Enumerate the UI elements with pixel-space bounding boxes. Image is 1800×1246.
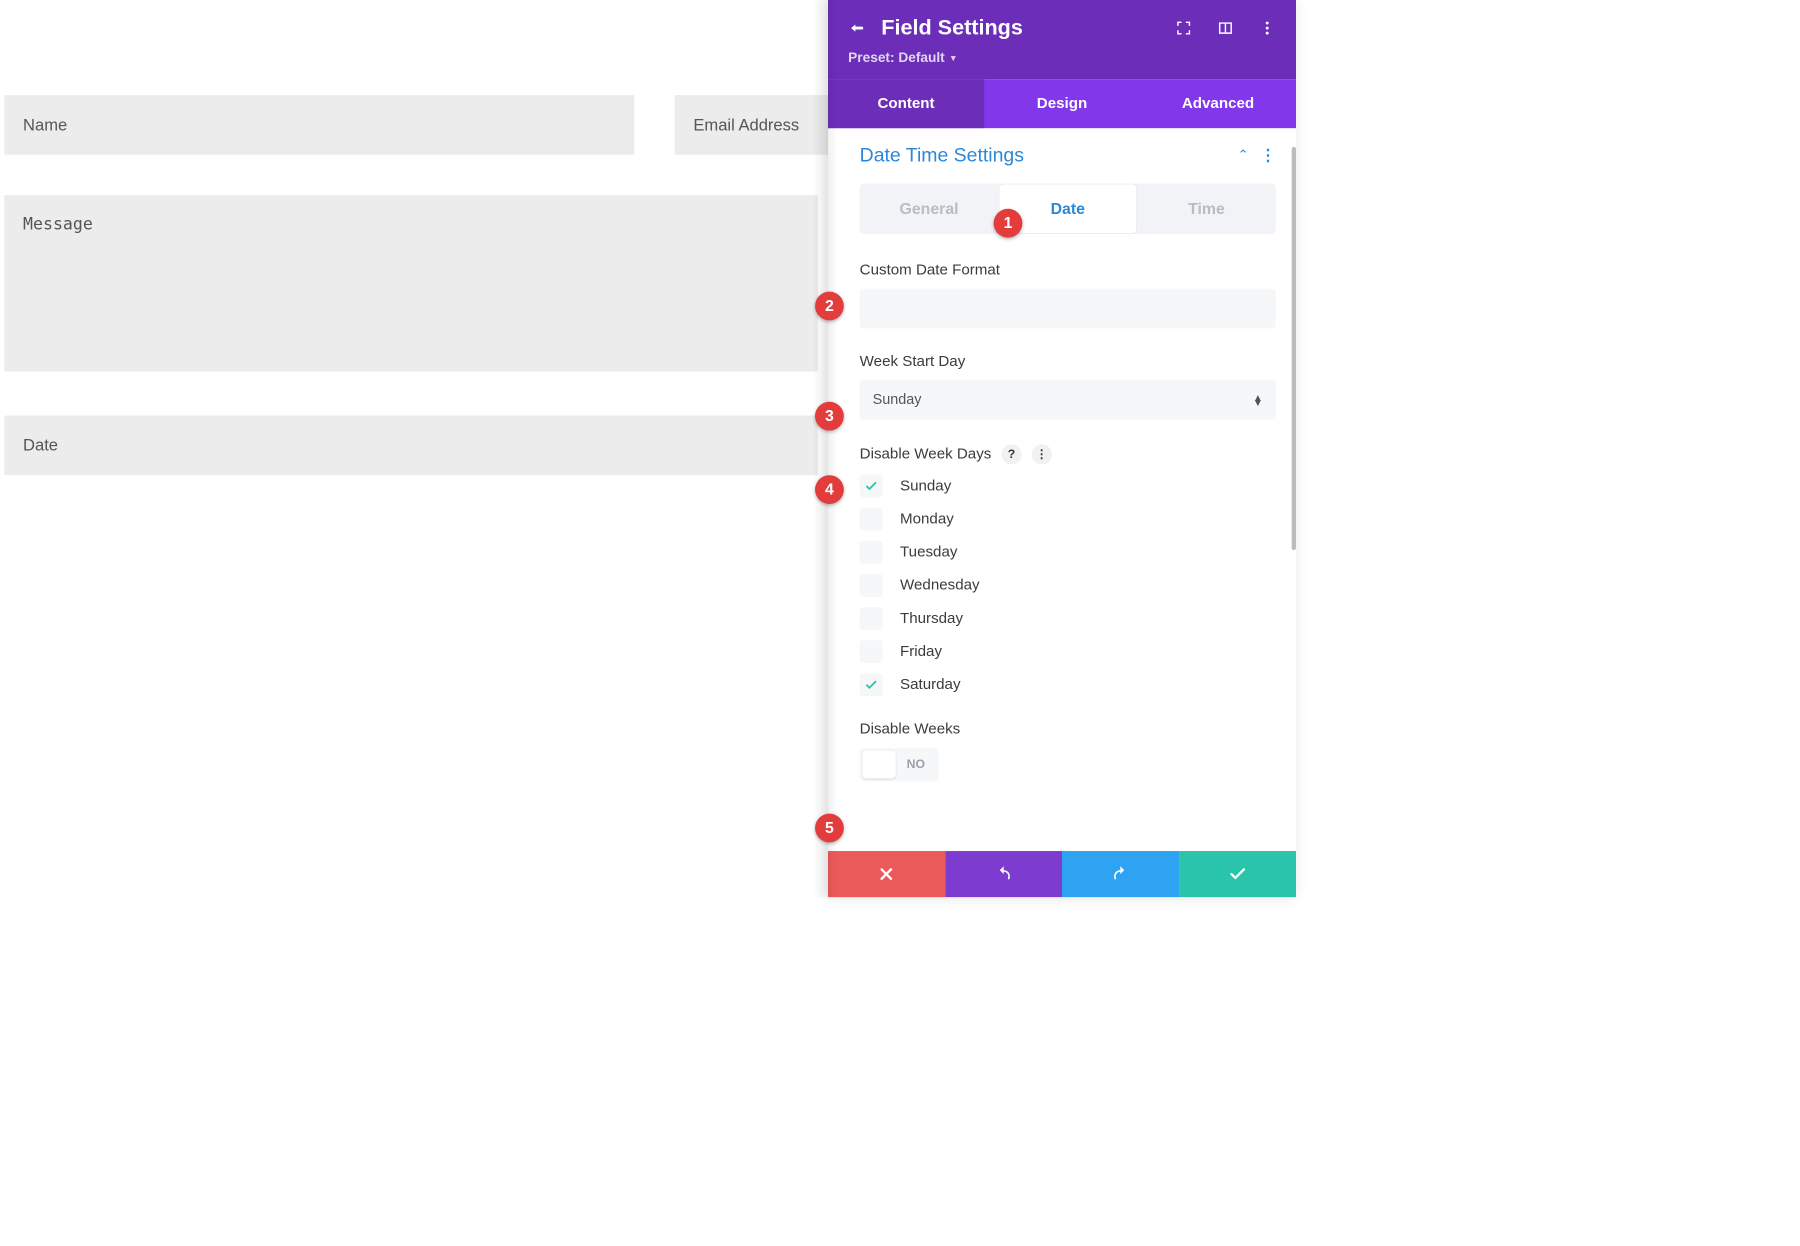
expand-icon[interactable] [1175,19,1192,36]
weekday-label: Friday [900,643,942,660]
preset-label: Preset: Default [848,50,945,66]
setting-custom-date-format: Custom Date Format [860,261,1276,328]
section-title[interactable]: Date Time Settings [860,144,1024,166]
back-arrow-icon[interactable] [848,19,865,36]
help-icon[interactable]: ? [1001,444,1021,464]
tab-content[interactable]: Content [828,79,984,128]
panel-title: Field Settings [881,16,1023,40]
panel-footer [828,851,1296,897]
checkbox-icon [860,508,883,531]
columns-icon[interactable] [1217,19,1234,36]
disable-weeks-label: Disable Weeks [860,721,1276,738]
weekday-checkbox-sunday[interactable]: Sunday [860,474,1276,497]
setting-disable-week-days: Disable Week Days ? ⋮ Sunday Monday Tuesda… [860,444,1276,696]
weekday-label: Wednesday [900,577,980,594]
settings-panel: Field Settings Preset: Default ▼ [828,0,1296,897]
scrollbar-thumb[interactable] [1292,147,1296,550]
section-menu-icon[interactable]: ⋮ [1260,146,1276,165]
field-menu-icon[interactable]: ⋮ [1032,444,1052,464]
disable-weeks-toggle[interactable]: NO [860,748,939,781]
annotation-badge-5: 5 [815,814,844,843]
caret-down-icon: ▼ [949,53,958,63]
name-input[interactable] [4,95,634,155]
disable-week-days-label: Disable Week Days [860,446,992,463]
setting-disable-weeks: Disable Weeks NO [860,721,1276,782]
message-textarea[interactable] [4,195,818,371]
weekday-checkbox-monday[interactable]: Monday [860,508,1276,531]
toggle-value: NO [896,757,936,771]
weekday-checkbox-tuesday[interactable]: Tuesday [860,541,1276,564]
subtab-general[interactable]: General [860,184,999,234]
kebab-menu-icon[interactable] [1259,19,1276,36]
checkbox-icon [860,574,883,597]
undo-button[interactable] [945,851,1062,897]
weekday-checkbox-saturday[interactable]: Saturday [860,673,1276,696]
annotation-badge-1: 1 [994,209,1023,238]
preset-selector[interactable]: Preset: Default ▼ [848,50,1276,66]
collapse-section-icon[interactable]: ⌃ [1238,148,1249,163]
date-input[interactable] [4,415,818,475]
weekday-label: Thursday [900,610,963,627]
setting-week-start-day: Week Start Day Sunday ▲▼ [860,353,1276,420]
save-button[interactable] [1179,851,1296,897]
annotation-badge-3: 3 [815,402,844,431]
cancel-button[interactable] [828,851,945,897]
panel-body: Date Time Settings ⌃ ⋮ General Date Time… [828,128,1296,851]
panel-tabs: Content Design Advanced [828,79,1296,128]
weekday-checklist: Sunday Monday Tuesday Wednesday Thursday Frid… [860,474,1276,696]
weekday-checkbox-thursday[interactable]: Thursday [860,607,1276,630]
tab-design[interactable]: Design [984,79,1140,128]
week-start-day-select[interactable]: Sunday [860,380,1276,420]
subtab-time[interactable]: Time [1137,184,1276,234]
checkbox-icon [860,541,883,564]
weekday-label: Sunday [900,477,951,494]
redo-button[interactable] [1062,851,1179,897]
weekday-checkbox-friday[interactable]: Friday [860,640,1276,663]
checkbox-icon [860,640,883,663]
custom-date-format-label: Custom Date Format [860,261,1276,278]
weekday-label: Tuesday [900,544,957,561]
weekday-checkbox-wednesday[interactable]: Wednesday [860,574,1276,597]
weekday-label: Saturday [900,676,961,693]
annotation-badge-2: 2 [815,292,844,321]
annotation-badge-4: 4 [815,475,844,504]
subtabs: General Date Time [860,184,1276,234]
weekday-label: Monday [900,510,954,527]
panel-header: Field Settings Preset: Default ▼ [828,0,1296,79]
custom-date-format-input[interactable] [860,289,1276,329]
checkbox-icon [860,607,883,630]
checkbox-icon [860,673,883,696]
checkbox-icon [860,474,883,497]
toggle-knob [863,751,896,778]
tab-advanced[interactable]: Advanced [1140,79,1296,128]
week-start-day-label: Week Start Day [860,353,1276,370]
